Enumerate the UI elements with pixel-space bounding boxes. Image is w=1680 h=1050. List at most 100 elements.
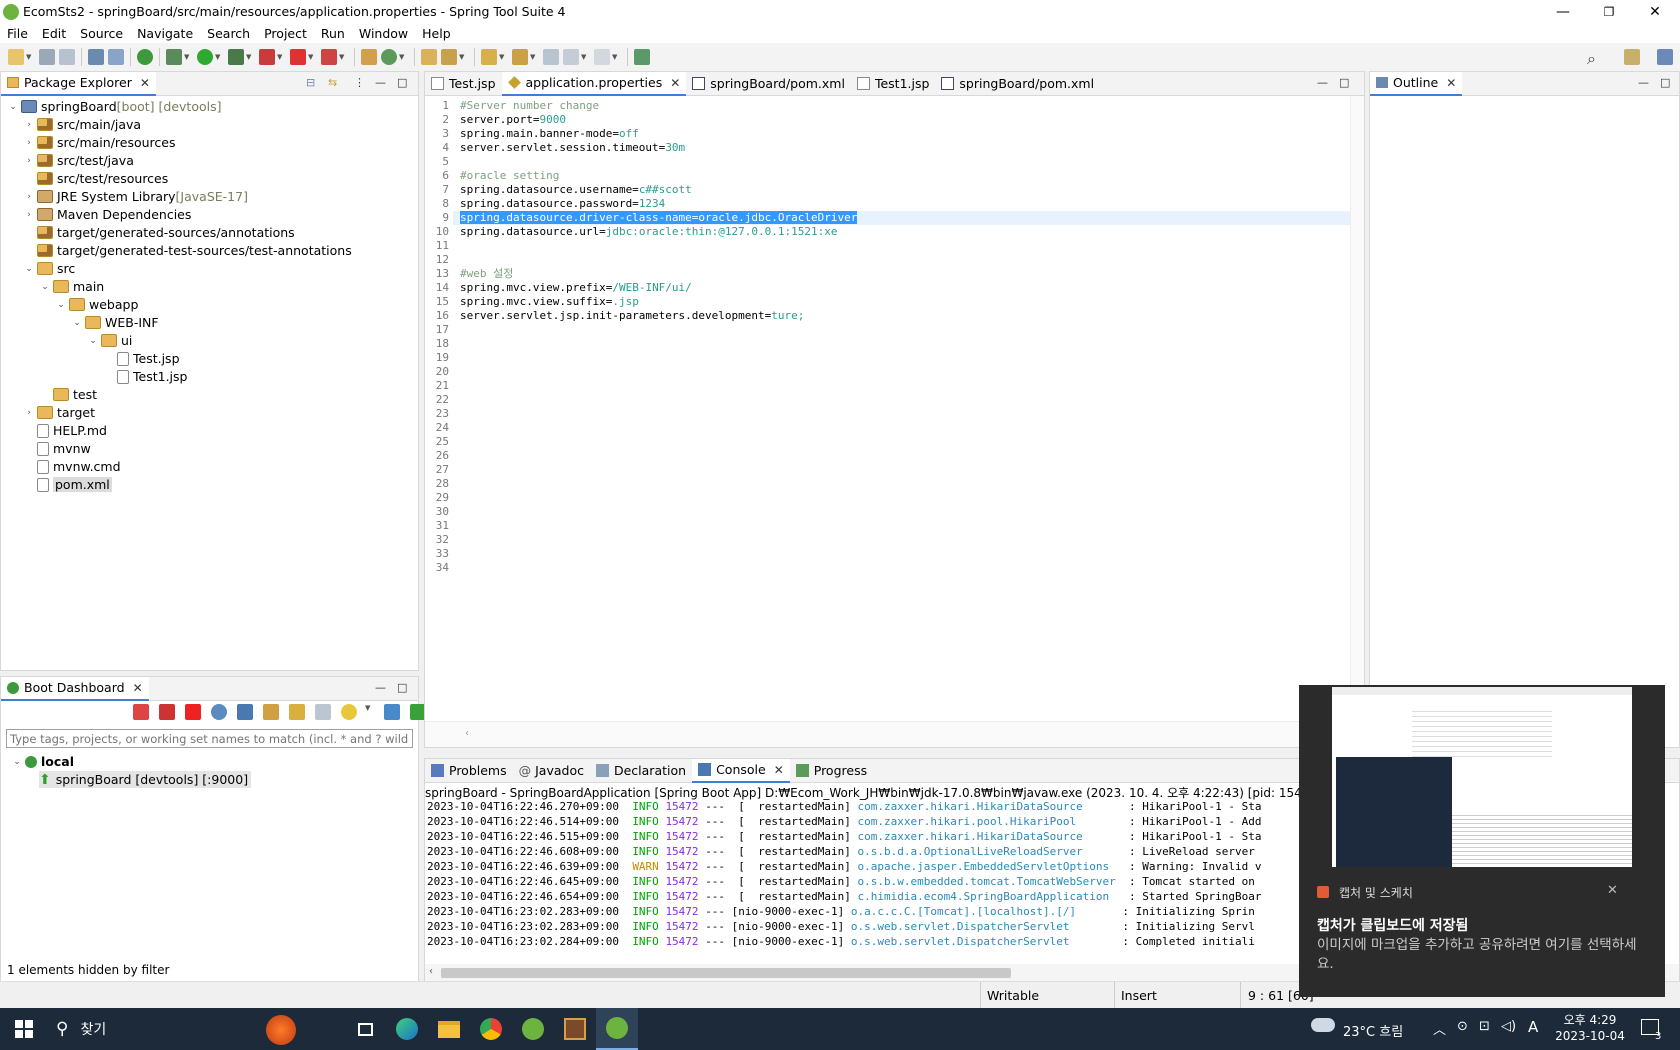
sts-icon[interactable] [512,1008,554,1050]
tab-application-properties[interactable]: application.properties ✕ [501,71,687,96]
code-line[interactable]: spring.datasource.password=1234 [460,197,665,211]
menu-help[interactable]: Help [415,26,458,41]
local-node[interactable]: ⌄ local [11,753,74,770]
tree-item[interactable]: › src/test/java [23,152,134,169]
tree-item[interactable]: ⌄ webapp [55,296,138,313]
tree-item[interactable]: › Maven Dependencies [23,206,191,223]
file-explorer-icon[interactable] [428,1008,470,1050]
code-line[interactable]: #oracle setting [460,169,559,183]
tree-item[interactable]: ⌄ src [23,260,75,277]
code-line[interactable]: #web 설정 [460,267,513,281]
close-icon[interactable]: ✕ [140,76,150,90]
tab-problems[interactable]: Problems [425,759,513,783]
tree-item[interactable]: target/generated-sources/annotations [23,224,295,241]
ime-indicator[interactable]: A [1528,1018,1538,1036]
perspective-spring-icon[interactable] [1657,49,1673,65]
clock[interactable]: 오후 4:29 2023-10-04 [1553,1012,1627,1044]
new-class-icon[interactable] [381,49,397,65]
vertical-scrollbar[interactable] [1350,96,1364,721]
menu-window[interactable]: Window [352,26,415,41]
menu-file[interactable]: File [0,26,35,41]
tab-boot-dashboard[interactable]: Boot Dashboard ✕ [1,676,149,701]
next-annotation-icon[interactable] [481,49,497,65]
open-type-icon[interactable] [421,49,437,65]
edit-icon[interactable] [289,704,305,720]
tree-item[interactable]: ⌄ WEB-INF [71,314,158,331]
expand-toggle-icon[interactable]: › [23,156,35,166]
new-icon[interactable] [8,49,24,65]
tree-item[interactable]: ⌄ main [39,278,104,295]
tree-item[interactable]: › src/main/java [23,116,141,133]
sts-active-icon[interactable] [596,1008,638,1050]
horizontal-scrollbar[interactable]: ‹ [425,721,1350,747]
close-button[interactable]: ✕ [1632,0,1678,23]
expand-toggle-icon[interactable]: ⌄ [39,282,51,292]
minimize-view-icon[interactable]: — [1638,76,1649,89]
chrome-icon[interactable] [470,1008,512,1050]
tab-pom-xml[interactable]: springBoard/pom.xml [686,72,851,96]
tab-progress[interactable]: Progress [790,759,873,783]
tree-item[interactable]: mvnw [23,440,91,457]
menu-project[interactable]: Project [257,26,314,41]
run-icon[interactable] [197,49,213,65]
edge-icon[interactable] [386,1008,428,1050]
capture-notification[interactable]: 캡처 및 스케치 ✕ 캡처가 클립보드에 저장됨 이미지에 마크업을 추가하고 … [1299,685,1665,997]
external-tools-icon[interactable] [259,49,275,65]
close-icon[interactable]: ✕ [1446,76,1456,90]
tree-item[interactable]: HELP.md [23,422,107,439]
relaunch-icon[interactable] [321,49,337,65]
hints-icon[interactable] [341,704,357,720]
tree-item[interactable]: Test.jsp [103,350,180,367]
tree-item[interactable]: › src/main/resources [23,134,175,151]
view-menu-icon[interactable]: ⋮ [354,76,365,89]
restart-icon[interactable] [133,704,149,720]
filter-icon[interactable] [384,704,400,720]
tree-item[interactable]: Test1.jsp [103,368,187,385]
stop-icon[interactable] [185,704,201,720]
weather[interactable]: 23°C 흐림 [1343,1021,1403,1040]
tree-item[interactable]: test [39,386,97,403]
code-line[interactable]: server.port=9000 [460,113,566,127]
expand-toggle-icon[interactable]: › [23,408,35,418]
expand-toggle-icon[interactable]: ⌄ [7,102,19,112]
start-button[interactable] [0,1008,48,1050]
code-line[interactable]: spring.main.banner-mode=off [460,127,639,141]
new-java-project-icon[interactable] [361,49,377,65]
expand-toggle-icon[interactable]: ⌄ [55,300,67,310]
open-perspective-icon[interactable] [634,49,650,65]
app-running[interactable]: ⬆ springBoard [devtools] [:9000] [39,771,252,788]
last-edit-icon[interactable] [543,49,559,65]
tree-item[interactable]: ⌄ ui [87,332,132,349]
expand-toggle-icon[interactable]: › [23,192,35,202]
search-icon[interactable]: ⌕ [1587,49,1603,68]
menu-navigate[interactable]: Navigate [130,26,200,41]
code-line[interactable]: spring.datasource.username=c##scott [460,183,692,197]
code-area[interactable]: 1 #Server number change 2 server.port=9000 3… [425,96,1364,747]
minimize-view-icon[interactable]: — [1317,76,1328,89]
expand-toggle-icon[interactable]: ⌄ [23,264,35,274]
tab-pom-xml-2[interactable]: springBoard/pom.xml [935,72,1100,96]
maximize-view-icon[interactable]: □ [1339,76,1349,89]
tab-test-jsp[interactable]: Test.jsp [425,72,502,96]
maximize-view-icon[interactable]: □ [397,76,407,89]
code-line[interactable]: server.servlet.jsp.init-parameters.devel… [460,309,804,323]
maximize-view-icon[interactable]: □ [1660,76,1670,89]
code-line[interactable]: #Server number change [460,99,599,113]
open-browser-icon[interactable] [211,704,227,720]
link-editor-icon[interactable]: ⇆ [328,76,337,89]
tab-console[interactable]: Console ✕ [692,758,790,783]
tray-app-icon[interactable]: ⊙ [1457,1019,1468,1034]
expand-toggle-icon[interactable]: ⌄ [87,336,99,346]
taskbar-search[interactable]: ⚲ 찾기 [48,1008,344,1050]
code-line[interactable]: server.servlet.session.timeout=30m [460,141,685,155]
tree-item[interactable]: pom.xml [23,476,112,493]
tree-item[interactable]: › JRE System Library [JavaSE-17] [23,188,248,205]
tree-item[interactable]: mvnw.cmd [23,458,121,475]
boot-dashboard-icon[interactable] [137,49,153,65]
tab-outline[interactable]: Outline ✕ [1370,71,1463,96]
volume-icon[interactable]: ◁) [1501,1019,1516,1034]
task-view-icon[interactable] [344,1008,386,1050]
chevron-up-icon[interactable]: ︿ [1433,1019,1446,1038]
back-icon[interactable] [563,49,579,65]
forward-icon[interactable] [594,49,610,65]
